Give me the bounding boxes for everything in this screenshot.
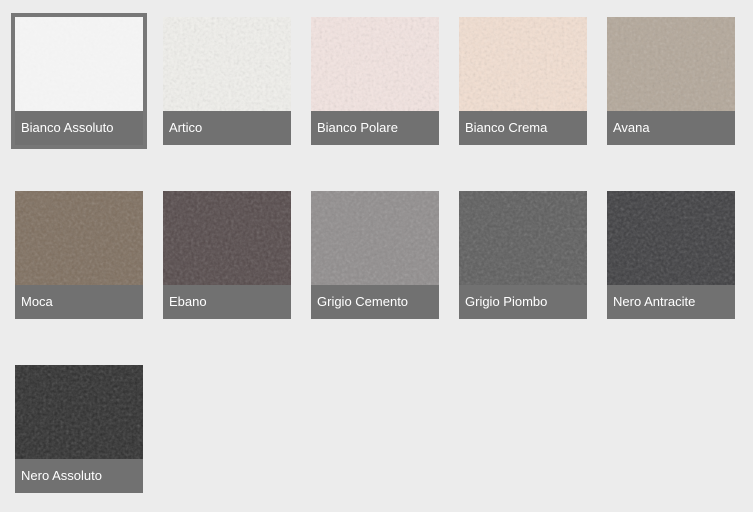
swatch-texture-image xyxy=(311,191,439,285)
swatch-texture-image xyxy=(459,17,587,111)
swatch-label: Grigio Piombo xyxy=(459,285,587,319)
swatch-label: Moca xyxy=(15,285,143,319)
swatch-label: Bianco Polare xyxy=(311,111,439,145)
swatch-label: Ebano xyxy=(163,285,291,319)
swatch-label: Bianco Assoluto xyxy=(15,111,143,145)
finish-swatch[interactable]: Grigio Piombo xyxy=(459,191,587,319)
swatch-texture-image xyxy=(459,191,587,285)
finish-swatch[interactable]: Grigio Cemento xyxy=(311,191,439,319)
swatch-label: Avana xyxy=(607,111,735,145)
swatch-texture-image xyxy=(15,365,143,459)
swatch-label: Bianco Crema xyxy=(459,111,587,145)
finish-swatch[interactable]: Bianco Assoluto xyxy=(11,13,147,149)
swatch-label: Nero Assoluto xyxy=(15,459,143,493)
swatch-texture-image xyxy=(163,191,291,285)
swatch-texture-image xyxy=(15,17,143,111)
swatch-label: Nero Antracite xyxy=(607,285,735,319)
finish-swatch[interactable]: Ebano xyxy=(163,191,291,319)
swatch-texture-image xyxy=(163,17,291,111)
finish-swatch[interactable]: Moca xyxy=(15,191,143,319)
swatch-label: Grigio Cemento xyxy=(311,285,439,319)
swatch-texture-image xyxy=(607,191,735,285)
finish-swatch[interactable]: Bianco Crema xyxy=(459,17,587,145)
swatch-texture-image xyxy=(15,191,143,285)
finish-swatch[interactable]: Bianco Polare xyxy=(311,17,439,145)
finish-swatch[interactable]: Artico xyxy=(163,17,291,145)
swatch-texture-image xyxy=(311,17,439,111)
swatch-label: Artico xyxy=(163,111,291,145)
finish-swatch[interactable]: Avana xyxy=(607,17,735,145)
finish-swatch[interactable]: Nero Antracite xyxy=(607,191,735,319)
finish-swatch[interactable]: Nero Assoluto xyxy=(15,365,143,493)
swatch-texture-image xyxy=(607,17,735,111)
